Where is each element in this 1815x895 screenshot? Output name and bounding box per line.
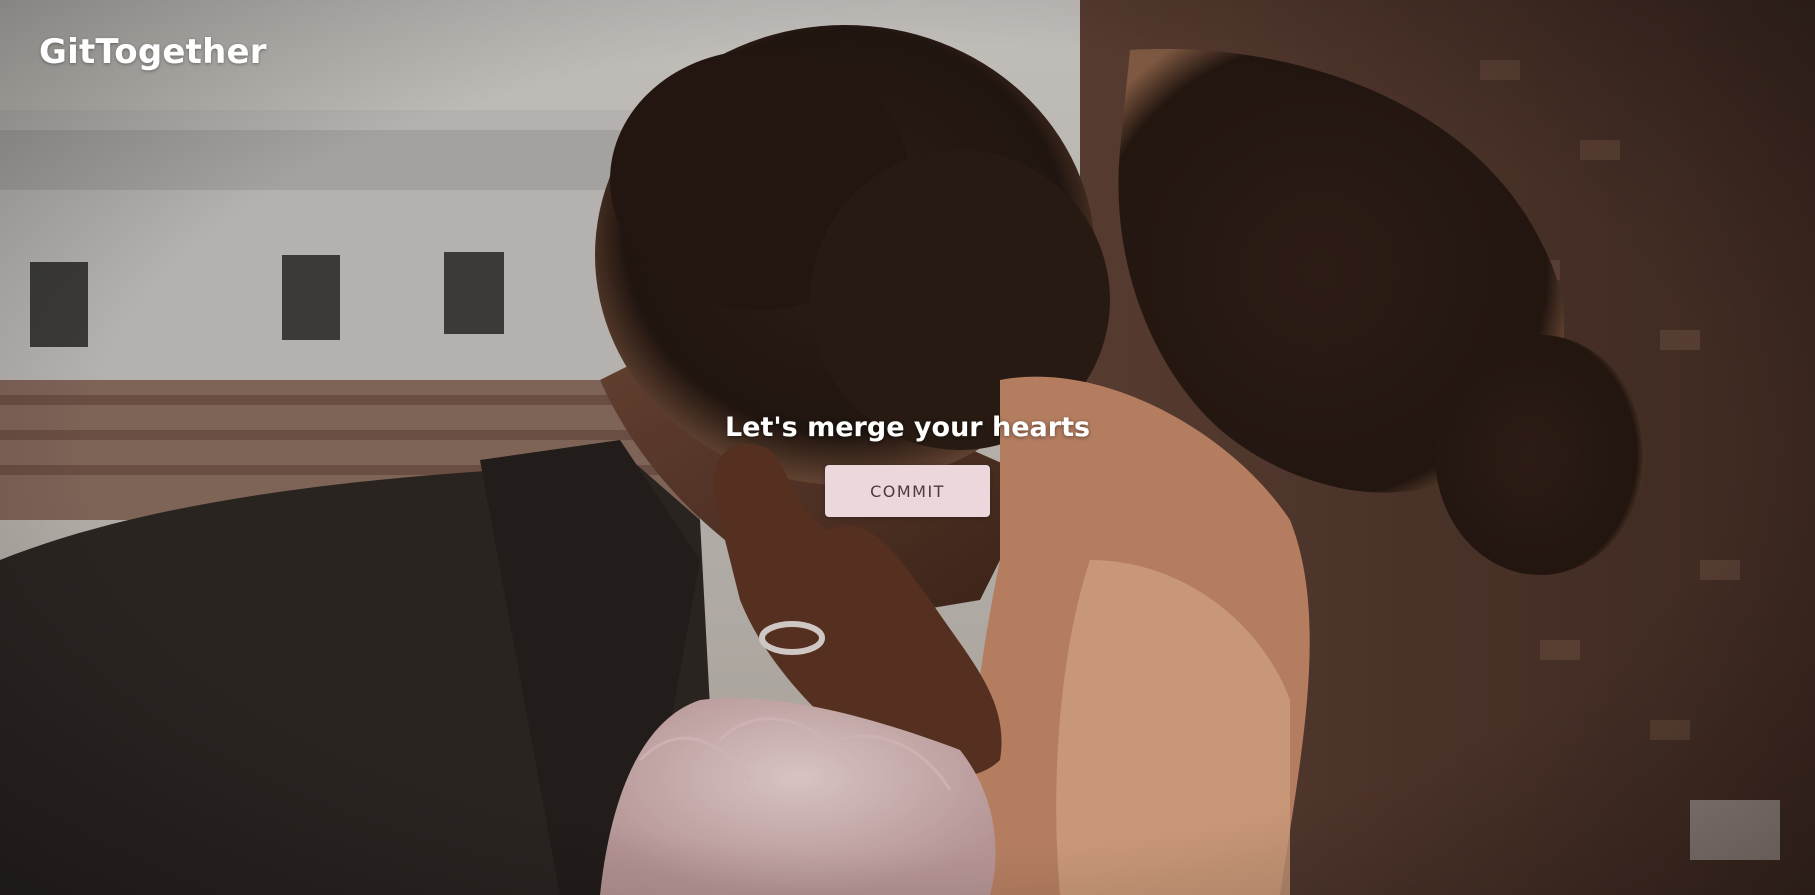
brand-logo-text[interactable]: GitTogether xyxy=(39,32,267,72)
hero-section: Let's merge your hearts COMMIT xyxy=(0,412,1815,517)
landing-page: GitTogether Let's merge your hearts COMM… xyxy=(0,0,1815,895)
hero-tagline: Let's merge your hearts xyxy=(724,412,1091,443)
commit-button[interactable]: COMMIT xyxy=(825,465,990,517)
